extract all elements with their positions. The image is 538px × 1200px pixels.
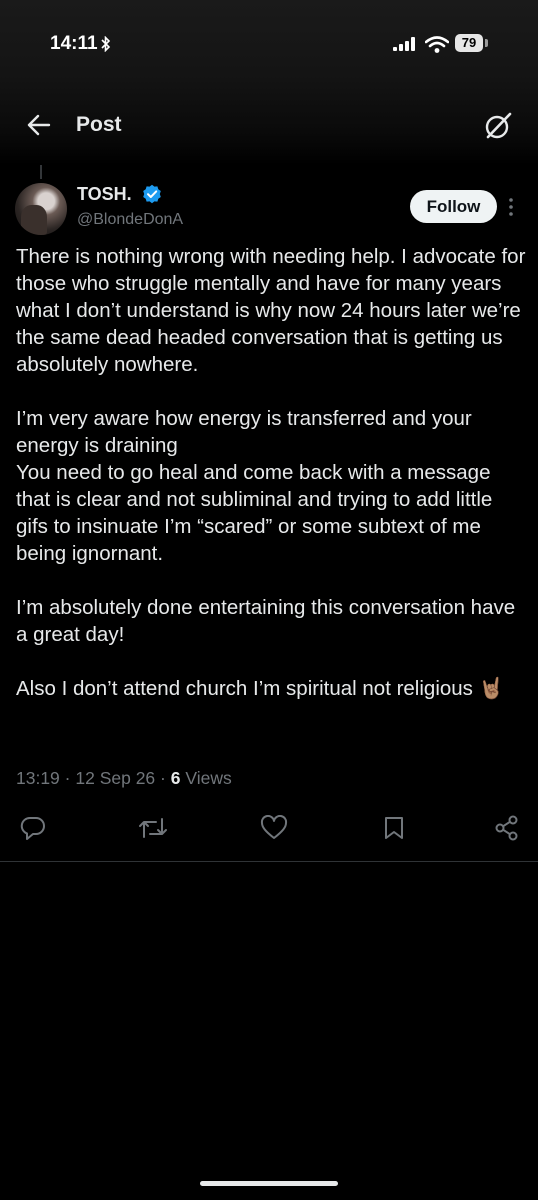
battery-level: 79 [455,34,483,52]
home-indicator[interactable] [200,1181,338,1186]
like-icon[interactable] [260,815,288,841]
thread-line [40,165,42,179]
divider [0,861,538,862]
signal-icon [393,37,415,51]
back-arrow-icon[interactable] [26,112,52,138]
share-icon[interactable] [494,815,520,841]
tweet-meta: 13:19 · 12 Sep 26 · 6 Views [16,768,232,789]
bookmark-icon[interactable] [383,815,405,841]
action-bar [0,815,538,849]
verified-badge-icon [143,184,161,204]
grok-icon[interactable] [482,110,514,142]
reply-icon[interactable] [20,815,46,841]
meta-separator: · [160,768,171,788]
status-time: 14:11 [50,33,98,54]
tweet-text: There is nothing wrong with needing help… [16,245,526,700]
user-handle[interactable]: @BlondeDonA [77,211,183,229]
repost-icon[interactable] [138,815,168,841]
status-bar: 14:11 79 [0,0,538,90]
bluetooth-icon [101,36,111,52]
follow-button[interactable]: Follow [410,190,497,223]
display-name[interactable]: TOSH. [77,184,132,205]
page-title: Post [76,113,122,136]
views-label: Views [185,768,232,788]
avatar[interactable] [15,183,67,235]
post-header: Post [0,100,538,156]
tweet-time: 13:19 [16,768,60,788]
tweet-date: 12 Sep 26 [75,768,156,788]
battery-cap [485,39,488,47]
more-options-icon[interactable] [508,197,514,217]
meta-separator: · [64,768,76,788]
wifi-icon [425,36,449,53]
views-count[interactable]: 6 [171,768,181,788]
